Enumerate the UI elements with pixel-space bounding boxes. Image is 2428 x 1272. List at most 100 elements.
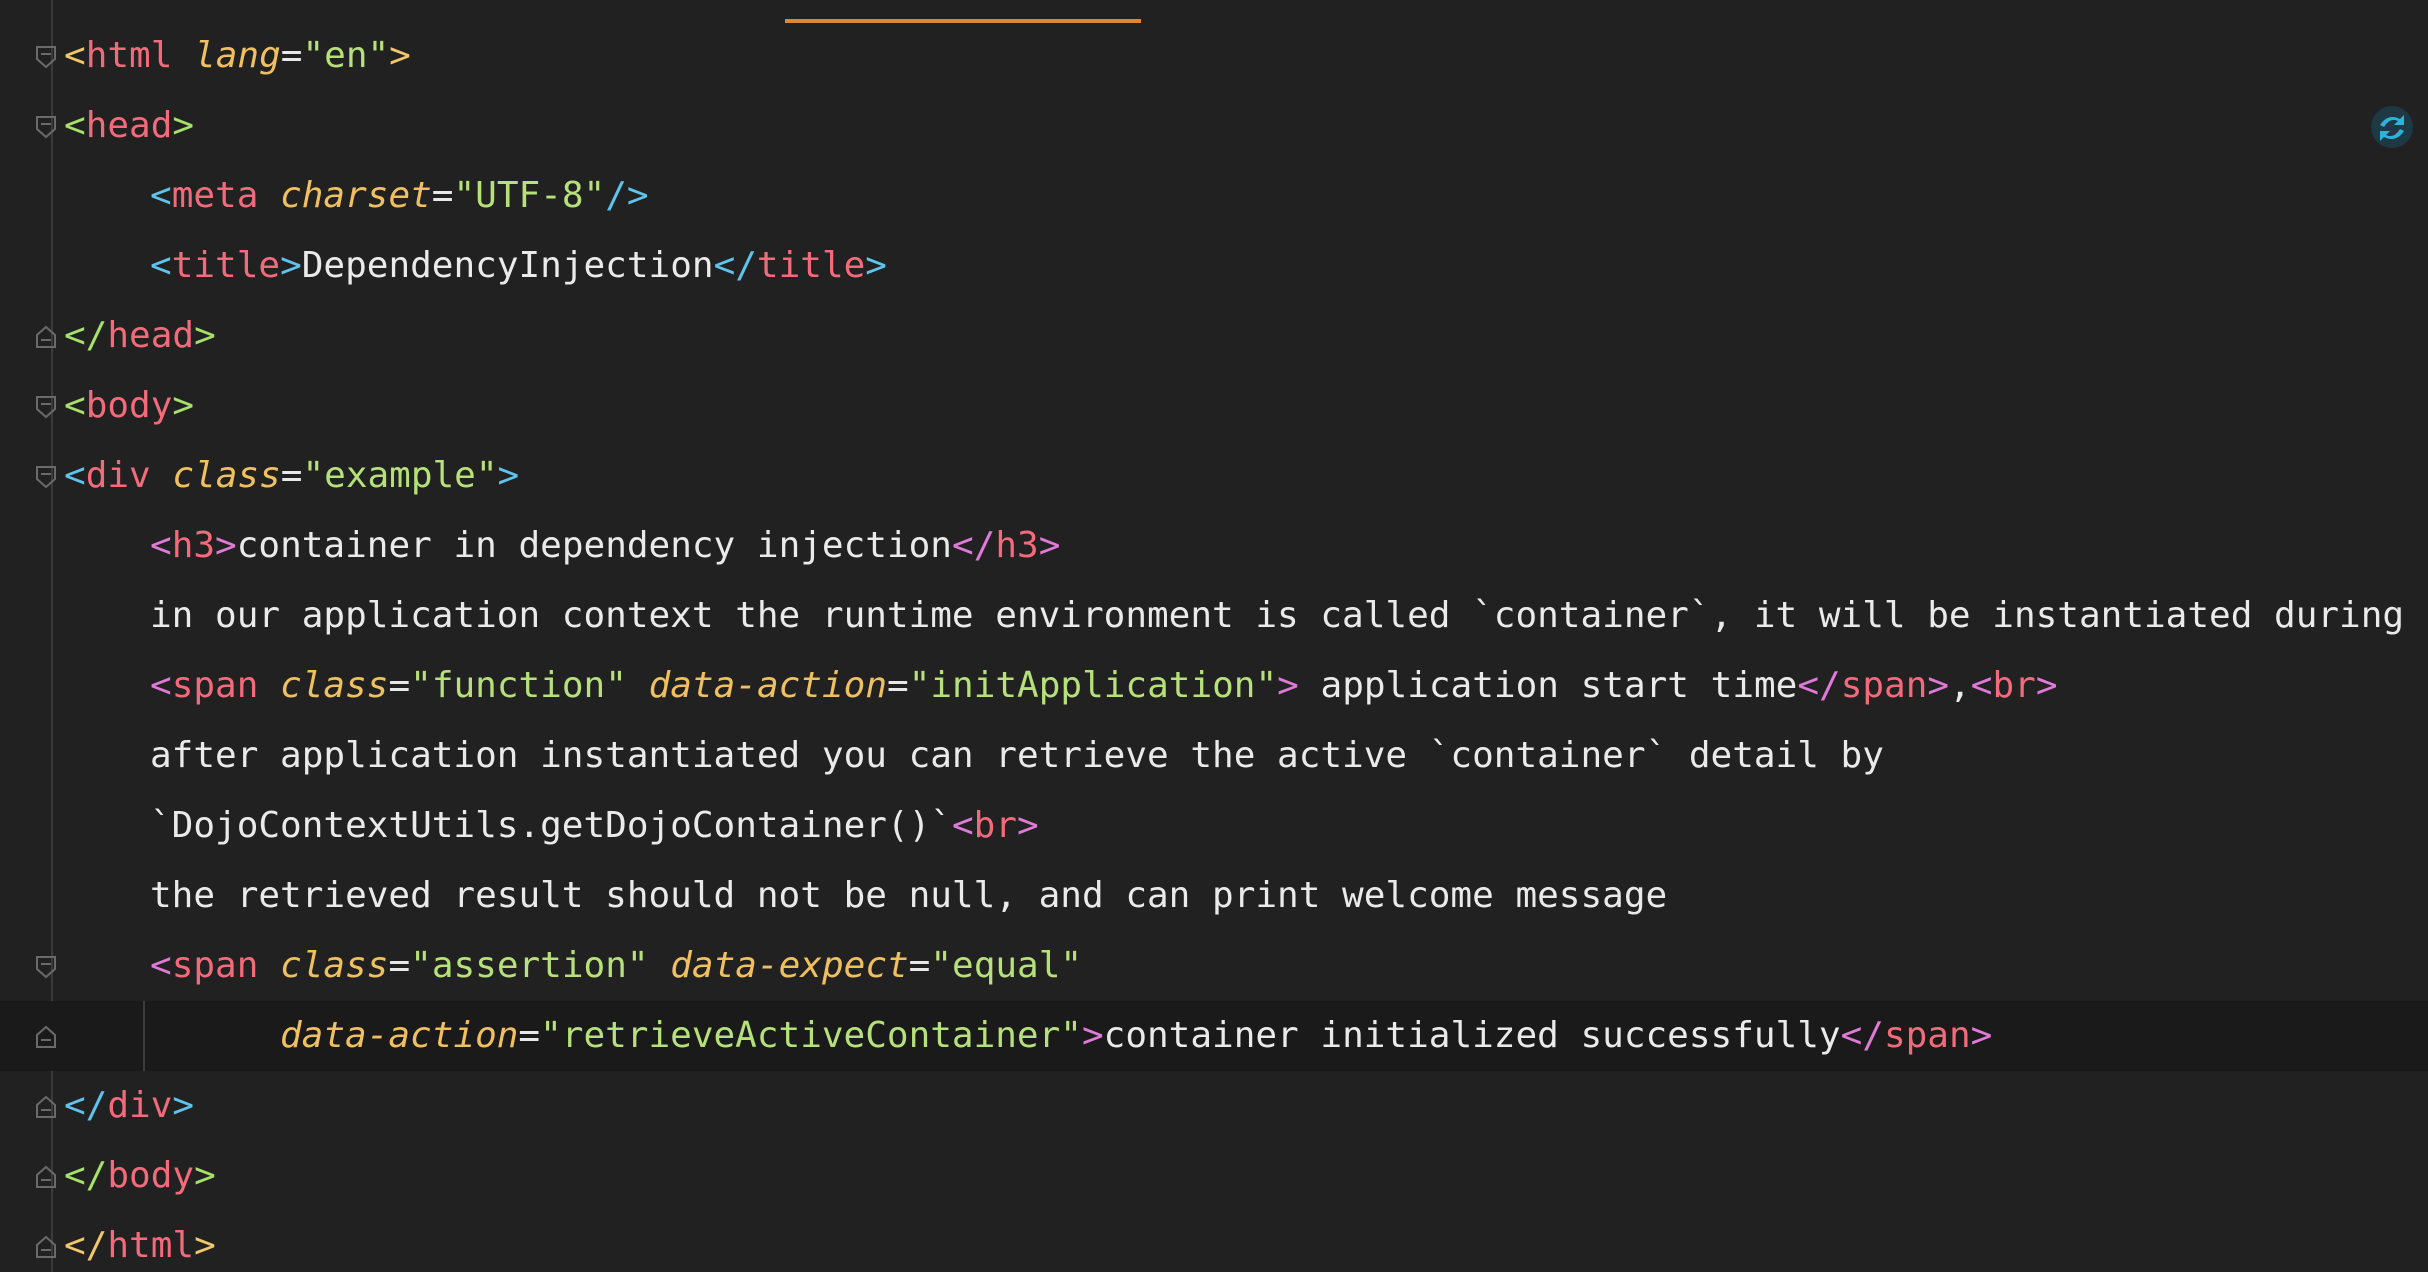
code-token: /> xyxy=(605,175,649,216)
code-token: "initApplication" xyxy=(908,665,1278,706)
code-text[interactable]: <span class="function" data-action="init… xyxy=(150,651,2058,721)
code-text[interactable]: </body> xyxy=(64,1141,216,1211)
code-token: body xyxy=(107,1155,195,1196)
code-line[interactable]: <body> xyxy=(0,371,2428,441)
code-line[interactable]: <h3>container in dependency injection</h… xyxy=(0,511,2428,581)
code-token: h3 xyxy=(171,525,216,566)
code-token: > xyxy=(389,35,411,76)
fold-open-icon[interactable] xyxy=(35,45,57,69)
code-token: = xyxy=(388,945,411,986)
code-line[interactable]: <title>DependencyInjection</title> xyxy=(0,231,2428,301)
code-token: "equal" xyxy=(930,945,1083,986)
code-text[interactable]: `DojoContextUtils.getDojoContainer()`<br… xyxy=(150,791,1039,861)
fold-close-icon[interactable] xyxy=(35,1235,57,1259)
code-token: > xyxy=(1277,665,1299,706)
fold-open-icon[interactable] xyxy=(35,955,57,979)
code-token: DependencyInjection xyxy=(301,245,714,286)
code-token: </ xyxy=(1840,1015,1884,1056)
fold-close-icon[interactable] xyxy=(35,1165,57,1189)
code-token: > xyxy=(2035,665,2058,706)
code-token: </ xyxy=(64,1225,108,1266)
code-editor[interactable]: <html lang="en"> <head> <meta charset="UTF… xyxy=(0,0,2428,1272)
code-text[interactable]: <div class="example"> xyxy=(64,441,519,511)
code-token: class xyxy=(280,665,389,706)
code-token: br xyxy=(973,805,1017,846)
fold-open-icon[interactable] xyxy=(35,465,57,489)
code-token: > xyxy=(194,1225,216,1266)
code-token: data-action xyxy=(648,665,887,706)
code-token: </ xyxy=(713,245,757,286)
fold-close-icon[interactable] xyxy=(35,1025,57,1049)
code-text[interactable]: data-action="retrieveActiveContainer">co… xyxy=(280,1001,1992,1071)
code-token: , xyxy=(1949,665,1971,706)
code-token: = xyxy=(908,945,931,986)
code-token: "example" xyxy=(302,455,498,496)
code-token: > xyxy=(497,455,520,496)
code-token: `DojoContextUtils.getDojoContainer()` xyxy=(150,805,952,846)
code-token: title xyxy=(756,245,866,286)
code-token: < xyxy=(64,455,86,496)
code-token: span xyxy=(1883,1015,1971,1056)
code-token: head xyxy=(107,315,195,356)
code-line[interactable]: <span class="function" data-action="init… xyxy=(0,651,2428,721)
code-line[interactable]: <meta charset="UTF-8"/> xyxy=(0,161,2428,231)
fold-close-icon[interactable] xyxy=(35,325,57,349)
code-token: > xyxy=(1016,805,1039,846)
code-line[interactable]: <head> xyxy=(0,91,2428,161)
code-token: the retrieved result should not be null,… xyxy=(150,875,1668,916)
code-line[interactable]: `DojoContextUtils.getDojoContainer()`<br… xyxy=(0,791,2428,861)
code-text[interactable]: <html lang="en"> xyxy=(64,21,411,91)
code-text[interactable]: </html> xyxy=(64,1211,216,1272)
code-token: class xyxy=(280,945,389,986)
code-text[interactable]: the retrieved result should not be null,… xyxy=(150,861,1667,931)
code-token: > xyxy=(1038,525,1061,566)
code-text[interactable]: </head> xyxy=(64,301,216,371)
fold-close-icon[interactable] xyxy=(35,1095,57,1119)
code-text[interactable]: <h3>container in dependency injection</h… xyxy=(150,511,1060,581)
code-line[interactable]: <span class="assertion" data-expect="equ… xyxy=(0,931,2428,1001)
code-token: </ xyxy=(64,315,108,356)
code-token: < xyxy=(1970,665,1993,706)
code-token: > xyxy=(215,525,237,566)
code-text[interactable]: <body> xyxy=(64,371,194,441)
code-token: > xyxy=(865,245,887,286)
code-text[interactable]: in our application context the runtime e… xyxy=(150,581,2404,651)
code-token: > xyxy=(280,245,302,286)
code-token: < xyxy=(150,175,172,216)
code-token: charset xyxy=(280,175,432,216)
code-token: h3 xyxy=(995,525,1039,566)
code-token: head xyxy=(85,105,173,146)
code-token: > xyxy=(1081,1015,1104,1056)
code-line[interactable]: <div class="example"> xyxy=(0,441,2428,511)
code-token: < xyxy=(150,665,172,706)
code-text[interactable]: </div> xyxy=(64,1071,194,1141)
indent-guide xyxy=(143,1001,145,1071)
code-line[interactable]: the retrieved result should not be null,… xyxy=(0,861,2428,931)
code-text[interactable]: after application instantiated you can r… xyxy=(150,721,1884,791)
code-line[interactable]: <html lang="en"> xyxy=(0,21,2428,91)
code-text[interactable]: <title>DependencyInjection</title> xyxy=(150,231,887,301)
code-token: html xyxy=(107,1225,195,1266)
code-line[interactable]: </div> xyxy=(0,1071,2428,1141)
code-token: span xyxy=(1840,665,1928,706)
code-line[interactable]: </head> xyxy=(0,301,2428,371)
code-line[interactable]: after application instantiated you can r… xyxy=(0,721,2428,791)
code-token: > xyxy=(194,315,216,356)
code-text[interactable]: <span class="assertion" data-expect="equ… xyxy=(150,931,1082,1001)
code-line[interactable]: </html> xyxy=(0,1211,2428,1272)
plugin-sync-icon[interactable] xyxy=(2370,105,2414,149)
code-line[interactable]: data-action="retrieveActiveContainer">co… xyxy=(0,1001,2428,1071)
fold-open-icon[interactable] xyxy=(35,395,57,419)
code-line[interactable]: in our application context the runtime e… xyxy=(0,581,2428,651)
code-text[interactable]: <meta charset="UTF-8"/> xyxy=(150,161,649,231)
fold-open-icon[interactable] xyxy=(35,115,57,139)
code-text[interactable]: <head> xyxy=(64,91,194,161)
code-line[interactable]: </body> xyxy=(0,1141,2428,1211)
code-token: "function" xyxy=(410,665,627,706)
code-token: < xyxy=(150,525,172,566)
